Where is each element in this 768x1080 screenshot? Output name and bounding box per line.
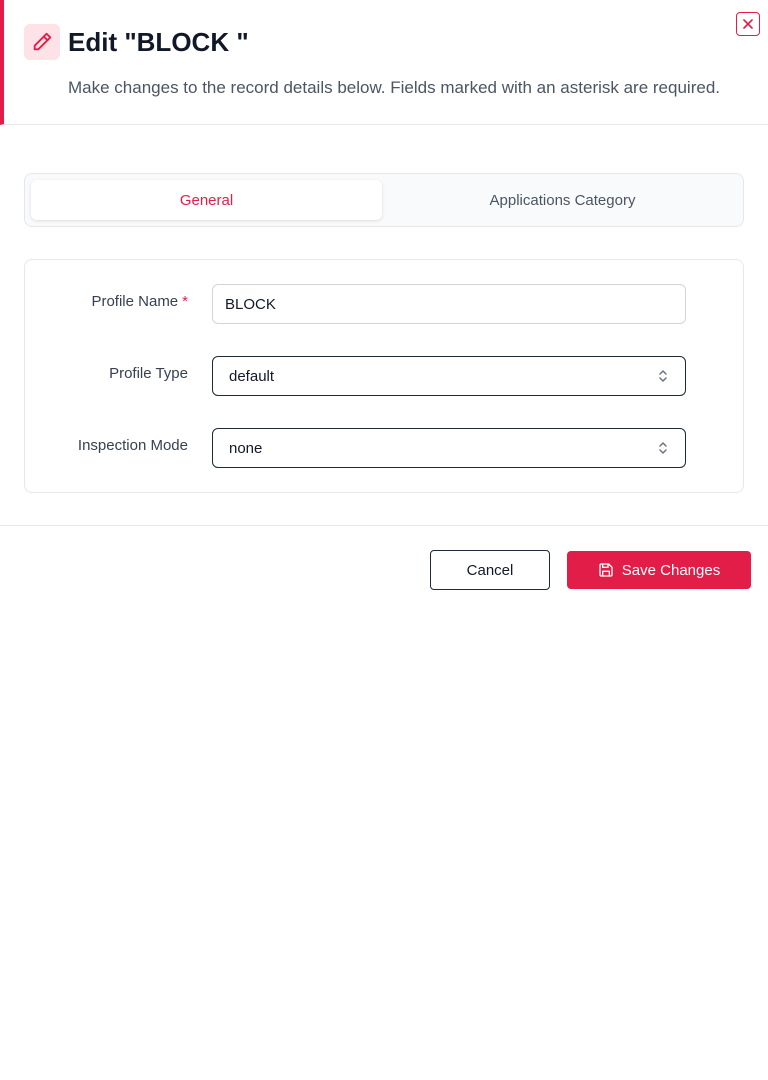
tab-applications-category[interactable]: Applications Category [387,180,738,220]
close-button[interactable] [736,12,760,36]
save-changes-button[interactable]: Save Changes [567,551,751,589]
pencil-icon [24,24,60,60]
page-subtitle: Make changes to the record details below… [68,78,720,97]
form-card: Profile Name* Profile Type default Inspe… [24,259,744,493]
profile-name-input[interactable] [212,284,686,324]
profile-name-label-text: Profile Name [91,293,179,310]
dialog-footer: Cancel Save Changes [0,525,768,610]
inspection-mode-value: none [229,439,263,457]
chevron-up-down-icon [657,369,669,383]
profile-name-label: Profile Name * [91,293,188,310]
save-icon [599,563,613,577]
dialog-header: Edit "BLOCK " Make changes to the record… [0,0,768,125]
cancel-button[interactable]: Cancel [430,550,550,590]
close-icon [743,19,753,29]
inspection-mode-label: Inspection Mode [77,437,188,454]
required-asterisk: * [182,293,188,310]
profile-type-select[interactable]: default [212,356,686,396]
tab-bar: General Applications Category [24,173,744,227]
profile-type-label: Profile Type [109,365,188,382]
profile-type-value: default [229,367,275,385]
inspection-mode-select[interactable]: none [212,428,686,468]
page-title: Edit "BLOCK " [68,27,249,57]
save-changes-label: Save Changes [621,561,721,579]
tab-general[interactable]: General [31,180,382,220]
chevron-up-down-icon [657,441,669,455]
